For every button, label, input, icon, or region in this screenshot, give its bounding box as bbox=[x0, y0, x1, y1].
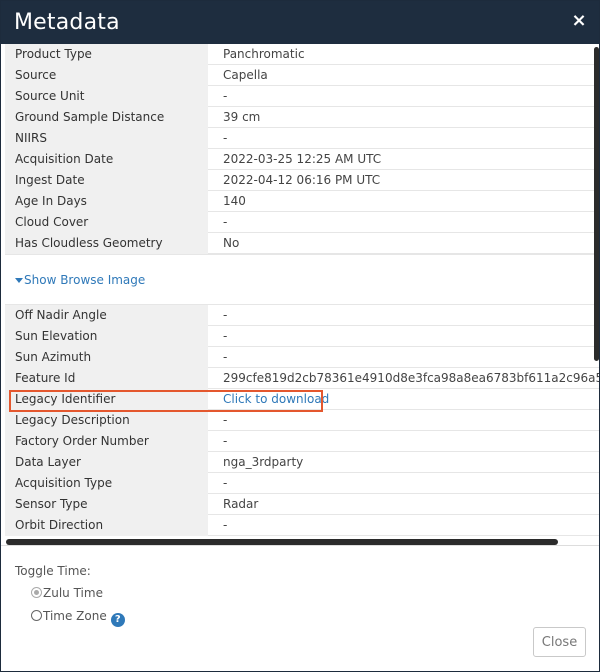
table-row: Sun Elevation - bbox=[5, 326, 599, 347]
row-key: Acquisition Type bbox=[5, 473, 208, 494]
browse-image-row: Show Browse Image bbox=[5, 254, 599, 305]
caret-down-icon bbox=[15, 278, 23, 283]
row-key: Has Cloudless Geometry bbox=[5, 233, 208, 254]
show-browse-image-label: Show Browse Image bbox=[24, 273, 146, 287]
row-value: nga_3rdparty bbox=[223, 455, 304, 469]
row-value: - bbox=[223, 413, 228, 427]
dialog-header: Metadata × bbox=[1, 1, 599, 44]
metadata-scroll-area[interactable]: Product Type Panchromatic Source Capella S… bbox=[5, 44, 599, 545]
row-key: Sun Elevation bbox=[5, 326, 208, 347]
row-key: Feature Id bbox=[5, 368, 208, 389]
zulu-time-label: Zulu Time bbox=[43, 586, 103, 600]
table-row: Sun Azimuth - bbox=[5, 347, 599, 368]
table-row: Product Type Panchromatic bbox=[5, 44, 599, 65]
row-key: Product Type bbox=[5, 44, 208, 65]
table-row: Source Unit - bbox=[5, 86, 599, 107]
time-zone-radio[interactable] bbox=[31, 610, 42, 621]
table-row: Factory Order Number - bbox=[5, 431, 599, 452]
row-key: Legacy Identifier bbox=[5, 389, 208, 410]
time-zone-label: Time Zone bbox=[43, 609, 107, 623]
row-key: Sun Azimuth bbox=[5, 347, 208, 368]
time-zone-option[interactable]: Time Zone? bbox=[31, 607, 125, 627]
table-row: Off Nadir Angle - bbox=[5, 305, 599, 326]
zulu-time-option[interactable]: Zulu Time bbox=[31, 584, 103, 602]
table-row: Legacy Identifier Click to download bbox=[5, 389, 599, 410]
row-key: Data Layer bbox=[5, 452, 208, 473]
row-key: Off Nadir Angle bbox=[5, 305, 208, 326]
close-button[interactable]: Close bbox=[533, 627, 586, 657]
toggle-time-label: Toggle Time: bbox=[15, 564, 91, 578]
table-row: Data Layer nga_3rdparty bbox=[5, 452, 599, 473]
row-value: - bbox=[223, 518, 228, 532]
row-value: 2022-04-12 06:16 PM UTC bbox=[223, 173, 381, 187]
row-key: Factory Order Number bbox=[5, 431, 208, 452]
table-row: Legacy Description - bbox=[5, 410, 599, 431]
footer-divider bbox=[1, 545, 599, 546]
row-key: Cloud Cover bbox=[5, 212, 208, 233]
row-value: - bbox=[223, 350, 228, 364]
close-icon[interactable]: × bbox=[571, 10, 587, 32]
row-key: Ingest Date bbox=[5, 170, 208, 191]
show-browse-image-link[interactable]: Show Browse Image bbox=[15, 271, 145, 289]
row-value: Panchromatic bbox=[223, 47, 305, 61]
row-value: 2022-03-25 12:25 AM UTC bbox=[223, 152, 382, 166]
table-row: Ingest Date 2022-04-12 06:16 PM UTC bbox=[5, 170, 599, 191]
row-value: - bbox=[223, 131, 228, 145]
row-value: 39 cm bbox=[223, 110, 261, 124]
metadata-dialog: Metadata × Product Type Panchromatic Sour… bbox=[0, 0, 600, 672]
table-row: Orbit Direction - bbox=[5, 515, 599, 536]
zulu-time-radio[interactable] bbox=[31, 587, 42, 598]
table-row: Feature Id 299cfe819d2cb78361e4910d8e3fca… bbox=[5, 368, 599, 389]
row-key: Legacy Description bbox=[5, 410, 208, 431]
metadata-table: Product Type Panchromatic Source Capella S… bbox=[5, 44, 599, 536]
table-row: Age In Days 140 bbox=[5, 191, 599, 212]
row-key: Orbit Direction bbox=[5, 515, 208, 536]
table-row: NIIRS - bbox=[5, 128, 599, 149]
row-key: Source bbox=[5, 65, 208, 86]
table-row: Has Cloudless Geometry No bbox=[5, 233, 599, 254]
row-value: - bbox=[223, 434, 228, 448]
table-row: Source Capella bbox=[5, 65, 599, 86]
row-value: No bbox=[223, 236, 240, 250]
row-key: Age In Days bbox=[5, 191, 208, 212]
row-value: - bbox=[223, 329, 228, 343]
table-row: Cloud Cover - bbox=[5, 212, 599, 233]
row-key: Ground Sample Distance bbox=[5, 107, 208, 128]
row-value: - bbox=[223, 89, 228, 103]
table-row: Ground Sample Distance 39 cm bbox=[5, 107, 599, 128]
row-value: - bbox=[223, 476, 228, 490]
table-row: Sensor Type Radar bbox=[5, 494, 599, 515]
click-to-download-link[interactable]: Click to download bbox=[208, 389, 599, 410]
vertical-scrollbar[interactable] bbox=[594, 47, 599, 361]
row-value: 299cfe819d2cb78361e4910d8e3fca98a8ea6783… bbox=[223, 371, 599, 385]
table-row: Acquisition Date 2022-03-25 12:25 AM UTC bbox=[5, 149, 599, 170]
row-key: Sensor Type bbox=[5, 494, 208, 515]
row-key: Source Unit bbox=[5, 86, 208, 107]
row-value: Radar bbox=[223, 497, 259, 511]
row-value: 140 bbox=[223, 194, 246, 208]
row-value: - bbox=[223, 215, 228, 229]
dialog-title: Metadata bbox=[14, 10, 120, 35]
row-key: Acquisition Date bbox=[5, 149, 208, 170]
table-row: Acquisition Type - bbox=[5, 473, 599, 494]
row-value: Capella bbox=[223, 68, 268, 82]
help-icon[interactable]: ? bbox=[110, 613, 125, 627]
row-value: - bbox=[223, 308, 228, 322]
row-key: NIIRS bbox=[5, 128, 208, 149]
